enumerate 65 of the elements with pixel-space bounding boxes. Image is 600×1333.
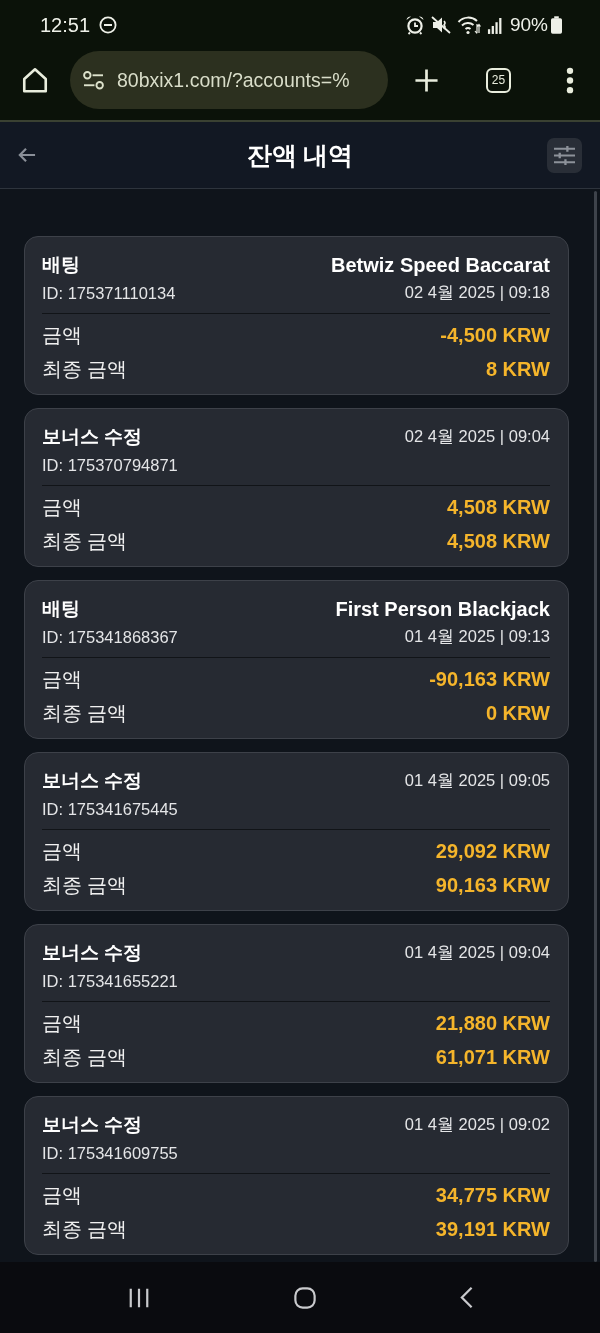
scrollbar-thumb[interactable]	[594, 191, 597, 1262]
plus-icon[interactable]	[414, 67, 439, 93]
home-icon[interactable]	[293, 1286, 316, 1309]
amount-label: 금액	[42, 1010, 82, 1036]
final-amount-label: 최종 금액	[42, 356, 128, 382]
transaction-id: ID: 175341655221	[42, 971, 178, 991]
amount-label: 금액	[42, 1182, 82, 1208]
amount-label: 금액	[42, 494, 82, 520]
mute-icon	[430, 15, 451, 35]
amount-label: 금액	[42, 838, 82, 864]
amount-value: 21,880 KRW	[435, 1011, 550, 1035]
transaction-type: 배팅	[42, 597, 80, 621]
final-amount-label: 최종 금액	[42, 528, 128, 554]
transaction-date: 02 4월 2025 | 09:04	[404, 426, 550, 447]
wifi-icon	[456, 15, 481, 35]
transaction-date: 01 4월 2025 | 09:13	[404, 626, 550, 647]
transaction-id: ID: 175371110134	[42, 283, 176, 303]
transaction-date: 02 4월 2025 | 09:18	[404, 282, 550, 303]
address-field[interactable]: 80bxix1.com/?accounts=%	[70, 51, 388, 109]
final-amount-label: 최종 금액	[42, 1216, 128, 1242]
amount-label: 금액	[42, 322, 82, 348]
transaction-id: ID: 175370794871	[42, 455, 178, 475]
sliders-icon[interactable]	[82, 70, 105, 90]
transaction-id: ID: 175341609755	[42, 1143, 178, 1163]
transaction-type: 보너스 수정	[42, 941, 143, 965]
final-amount-value: 90,163 KRW	[435, 873, 550, 897]
transaction-type: 보너스 수정	[42, 1113, 143, 1137]
alarm-icon	[404, 15, 425, 35]
sliders-icon	[553, 144, 576, 166]
signal-icon	[486, 16, 502, 34]
amount-value: 4,508 KRW	[447, 495, 550, 519]
transaction-id: ID: 175341868367	[42, 627, 178, 647]
transaction-date: 01 4월 2025 | 09:05	[404, 770, 550, 791]
transaction-date: 01 4월 2025 | 09:02	[404, 1114, 550, 1135]
final-amount-value: 0 KRW	[485, 701, 550, 725]
recent-apps-icon[interactable]	[127, 1286, 150, 1309]
final-amount-label: 최종 금액	[42, 700, 128, 726]
transaction-type: 배팅	[42, 253, 80, 277]
clock-time: 12:51	[40, 13, 91, 37]
transaction-id: ID: 175341675445	[42, 799, 178, 819]
final-amount-label: 최종 금액	[42, 872, 128, 898]
transaction-type: 보너스 수정	[42, 769, 143, 793]
amount-value: -4,500 KRW	[440, 323, 550, 347]
final-amount-value: 8 KRW	[485, 357, 550, 381]
final-amount-value: 61,071 KRW	[435, 1045, 550, 1069]
back-arrow-icon[interactable]	[17, 147, 36, 163]
amount-value: 34,775 KRW	[435, 1183, 550, 1207]
transaction-date: 01 4월 2025 | 09:04	[404, 942, 550, 963]
tab-count-button[interactable]: 25	[486, 67, 511, 93]
do-not-disturb-icon	[99, 16, 118, 34]
amount-label: 금액	[42, 666, 82, 692]
game-name: Betwiz Speed Baccarat	[331, 253, 550, 277]
menu-icon[interactable]	[566, 66, 574, 94]
back-icon[interactable]	[459, 1286, 473, 1309]
battery-percent: 90%	[509, 14, 548, 36]
battery-icon	[551, 16, 562, 34]
filter-button[interactable]	[547, 137, 582, 173]
final-amount-value: 4,508 KRW	[447, 529, 550, 553]
amount-value: -90,163 KRW	[429, 667, 550, 691]
final-amount-value: 39,191 KRW	[435, 1217, 550, 1241]
page-title: 잔액 내역	[246, 139, 354, 171]
amount-value: 29,092 KRW	[435, 839, 550, 863]
transaction-type: 보너스 수정	[42, 425, 143, 449]
final-amount-label: 최종 금액	[42, 1044, 128, 1070]
game-name: First Person Blackjack	[335, 597, 550, 621]
